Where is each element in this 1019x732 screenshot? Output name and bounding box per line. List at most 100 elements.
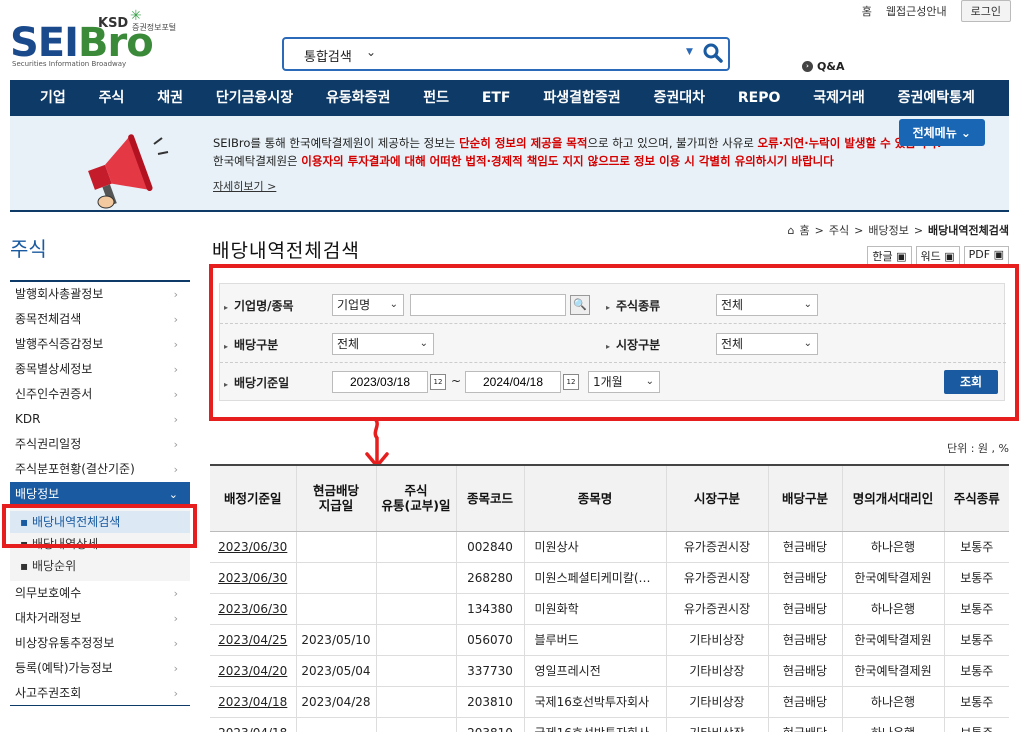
- sidebar-item-rights-schedule[interactable]: 주식권리일정 ›: [10, 432, 190, 457]
- table-cell-col-market: 유가증권시장: [665, 562, 768, 594]
- table-cell-col-assign-date[interactable]: 2023/06/30: [210, 593, 296, 625]
- dropdown-triangle-icon[interactable]: ▼: [686, 47, 693, 57]
- table-cell-col-stock-dist-date: [375, 531, 456, 563]
- table-cell-col-stock-name: 미원상사: [523, 531, 666, 563]
- sidebar-item-lending-info[interactable]: 대차거래정보 ›: [10, 606, 190, 631]
- search-icon[interactable]: [702, 42, 724, 64]
- chevron-right-icon: ›: [173, 313, 178, 326]
- nav-item-company[interactable]: 기업: [40, 80, 66, 116]
- download-word-button[interactable]: 워드 ▣: [915, 246, 960, 266]
- download-pdf-button[interactable]: PDF ▣: [963, 246, 1009, 266]
- sidebar-item-depositable[interactable]: 등록(예탁)가능정보 ›: [10, 656, 190, 681]
- nav-item-stock[interactable]: 주식: [99, 80, 125, 116]
- notice-line1-a: SEIBro를 통해 한국예탁결제원이 제공하는 정보는: [213, 136, 460, 150]
- annotation-highlight-filter: [209, 264, 1019, 421]
- table-cell-col-cash-pay-date: [295, 531, 376, 563]
- top-link-home[interactable]: 홈: [862, 3, 872, 19]
- table-row[interactable]: 2023/04/25 2023/05/10 056070 블루버드 기타비상장 현금배당 한…: [210, 624, 1009, 656]
- table-header-row: 배정기준일 현금배당 지급일 주식 유통(교부)일 종목코드 종목명 시장구분 배당구분 명의…: [210, 464, 1009, 532]
- all-menu-button[interactable]: 전체메뉴 ⌄: [898, 119, 985, 146]
- nav-item-repo[interactable]: REPO: [738, 80, 781, 116]
- search-scope-select[interactable]: 통합검색: [304, 46, 352, 65]
- table-cell-col-agent: 하나은행: [841, 717, 944, 732]
- table-cell-col-assign-date[interactable]: 2023/04/20: [210, 655, 296, 687]
- sidebar-item-lockup[interactable]: 의무보호예수 ›: [10, 581, 190, 606]
- sidebar-item-warrant[interactable]: 신주인수권증서 ›: [10, 382, 190, 407]
- notice-line1-b: 단순히 정보의 제공을 목적: [459, 136, 588, 150]
- chevron-right-icon: ›: [173, 338, 178, 351]
- sidebar-item-share-change[interactable]: 발행주식증감정보 ›: [10, 332, 190, 357]
- sidebar-item-stock-detail[interactable]: 종목별상세정보 ›: [10, 357, 190, 382]
- download-hwp-button[interactable]: 한글 ▣: [867, 246, 912, 266]
- notice-more-link[interactable]: 자세히보기 >: [213, 178, 276, 194]
- table-header-col-div-type: 배당구분: [767, 464, 842, 532]
- table-cell-col-agent: 하나은행: [841, 531, 944, 563]
- table-cell-col-assign-date[interactable]: 2023/04/18: [210, 686, 296, 718]
- table-cell-col-stock-name: 미원화학: [523, 593, 666, 625]
- sidebar-item-distribution[interactable]: 주식분포현황(결산기준) ›: [10, 457, 190, 482]
- sidebar-item-unlisted[interactable]: 비상장유통추정정보 ›: [10, 631, 190, 656]
- sidebar-subitem-dividend-rank[interactable]: ▪ 배당순위: [10, 555, 190, 577]
- table-row[interactable]: 2023/06/30 134380 미원화학 유가증권시장 현금배당 하나은행 보통주: [210, 593, 1009, 625]
- breadcrumb-stock[interactable]: 주식: [829, 222, 849, 238]
- nav-item-bond[interactable]: 채권: [157, 80, 183, 116]
- nav-item-intl[interactable]: 국제거래: [813, 80, 865, 116]
- sidebar-item-kdr[interactable]: KDR ›: [10, 407, 190, 432]
- seibro-logo[interactable]: ✳ KSD 증권정보포털 SEIBro Securities Informati…: [10, 8, 190, 72]
- table-cell-col-agent: 한국예탁결제원: [841, 655, 944, 687]
- nav-item-money-market[interactable]: 단기금융시장: [216, 80, 293, 116]
- table-cell-col-stock-name: 국제16호선박투자회사: [523, 717, 666, 732]
- table-row[interactable]: 2023/06/30 268280 미원스페셜티케미칼(… 유가증권시장 현금배당 한국예…: [210, 562, 1009, 594]
- hwp-icon: ▣: [896, 250, 907, 263]
- table-row[interactable]: 2023/04/20 2023/05/04 337730 영일프레시전 기타비상장 현금배…: [210, 655, 1009, 687]
- table-header-col-stock-dist-date: 주식 유통(교부)일: [375, 464, 456, 532]
- table-cell-col-cash-pay-date: [295, 562, 376, 594]
- sidebar-item-label: 의무보호예수: [15, 586, 82, 600]
- integrated-search-box[interactable]: 통합검색 ⌄ ▼: [282, 37, 730, 71]
- table-cell-col-div-type: 현금배당: [767, 655, 842, 687]
- nav-item-lending[interactable]: 증권대차: [653, 80, 705, 116]
- annotation-highlight-sidebar: [2, 504, 197, 548]
- sidebar-item-label: 주식분포현황(결산기준): [15, 462, 135, 476]
- login-button[interactable]: 로그인: [960, 0, 1011, 22]
- table-cell-col-div-type: 현금배당: [767, 531, 842, 563]
- table-cell-col-assign-date[interactable]: 2023/06/30: [210, 562, 296, 594]
- table-cell-col-market: 기타비상장: [665, 655, 768, 687]
- table-cell-col-assign-date[interactable]: 2023/04/25: [210, 624, 296, 656]
- table-header-col-market: 시장구분: [665, 464, 768, 532]
- table-cell-col-agent: 하나은행: [841, 593, 944, 625]
- table-cell-col-stock-name: 미원스페셜티케미칼(…: [523, 562, 666, 594]
- top-link-accessibility[interactable]: 웹접근성안내: [886, 3, 947, 19]
- table-row[interactable]: 2023/04/18 203810국제16호선박투자회사기타비상장현금배당하나은행…: [210, 717, 1009, 732]
- sidebar-item-label: 배당정보: [15, 487, 60, 501]
- table-cell-col-share-type: 보통주: [943, 562, 1009, 594]
- breadcrumb-sep: >: [814, 223, 824, 237]
- sidebar-item-label: 사고주권조회: [15, 686, 82, 700]
- chevron-right-icon: ›: [173, 388, 178, 401]
- table-cell-col-assign-date[interactable]: 2023/06/30: [210, 531, 296, 563]
- table-cell-col-stock-name: 영일프레시전: [523, 655, 666, 687]
- nav-item-fund[interactable]: 펀드: [423, 80, 449, 116]
- chevron-right-icon: ›: [173, 463, 178, 476]
- sidebar-menu: 발행회사총괄정보 › 종목전체검색 › 발행주식증감정보 › 종목별상세정보 › 신주인…: [10, 280, 190, 706]
- nav-item-derivative[interactable]: 파생결합증권: [543, 80, 620, 116]
- nav-item-stats[interactable]: 증권예탁통계: [898, 80, 975, 116]
- sidebar-item-stock-search[interactable]: 종목전체검색 ›: [10, 307, 190, 332]
- download-label: 워드: [920, 250, 941, 263]
- breadcrumb-dividend[interactable]: 배당정보: [868, 222, 908, 238]
- breadcrumb-home[interactable]: 홈: [800, 222, 810, 238]
- table-cell-col-div-type: 현금배당: [767, 624, 842, 656]
- qa-link[interactable]: › Q&A: [802, 60, 844, 73]
- qa-label: Q&A: [817, 60, 845, 73]
- table-cell-col-stock-name: 국제16호선박투자회사: [523, 686, 666, 718]
- table-row[interactable]: 2023/04/18 2023/04/28 203810 국제16호선박투자회사 기타비…: [210, 686, 1009, 718]
- home-icon[interactable]: ⌂: [788, 224, 795, 237]
- table-row[interactable]: 2023/06/30 002840 미원상사 유가증권시장 현금배당 하나은행 보통주: [210, 531, 1009, 563]
- sidebar-item-lost-cert[interactable]: 사고주권조회 ›: [10, 681, 190, 706]
- table-cell-col-assign-date[interactable]: 2023/04/18: [210, 717, 296, 732]
- table-cell-col-stock-name: 블루버드: [523, 624, 666, 656]
- sidebar-item-issuer-overview[interactable]: 발행회사총괄정보 ›: [10, 282, 190, 307]
- nav-item-etf[interactable]: ETF: [482, 80, 511, 116]
- word-icon: ▣: [944, 250, 955, 263]
- nav-item-abs[interactable]: 유동화증권: [326, 80, 390, 116]
